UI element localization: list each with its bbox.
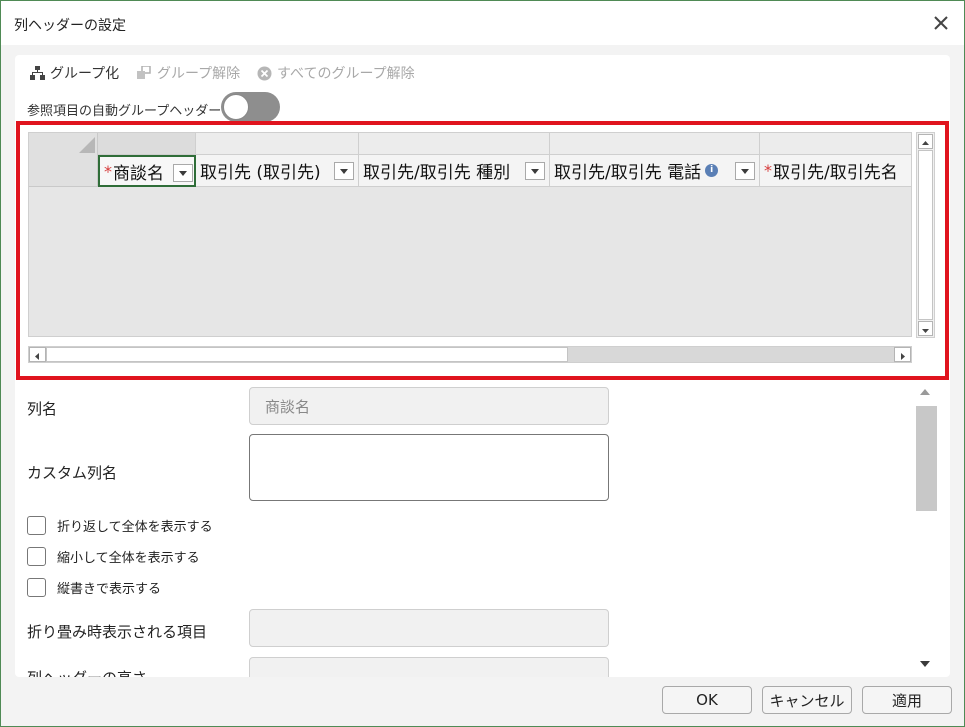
select-all-triangle-icon	[79, 137, 95, 153]
info-icon[interactable]: i	[705, 164, 719, 177]
scroll-thumb[interactable]	[918, 150, 933, 320]
required-mark: *	[104, 161, 112, 181]
form-clip: 列ヘッダーの高さ	[15, 657, 915, 677]
cancel-button[interactable]: キャンセル	[762, 686, 852, 714]
group-header-cell[interactable]	[98, 133, 196, 155]
ungroup-icon	[137, 65, 151, 79]
vertical-text-option[interactable]: 縦書きで表示する	[27, 577, 161, 597]
vertical-text-checkbox[interactable]	[27, 577, 46, 597]
chevron-right-icon	[901, 353, 905, 360]
wrap-text-option[interactable]: 折り返して全体を表示する	[27, 515, 213, 535]
dropdown-arrow-icon[interactable]	[334, 162, 354, 180]
dropdown-arrow-icon[interactable]	[173, 164, 193, 182]
group-button-label: グループ化	[50, 66, 120, 82]
chevron-down-icon	[922, 329, 929, 333]
form-scroll-down-icon[interactable]	[920, 661, 930, 667]
collapsed-item-field[interactable]	[249, 609, 609, 647]
wrap-text-checkbox[interactable]	[27, 515, 46, 535]
grid-corner[interactable]	[29, 133, 98, 187]
scroll-down-button[interactable]	[918, 321, 933, 336]
cancel-circle-icon	[257, 66, 272, 80]
dropdown-arrow-icon[interactable]	[735, 162, 755, 180]
group-header-cell[interactable]	[550, 133, 760, 155]
toggle-knob	[223, 94, 249, 120]
scroll-right-button[interactable]	[894, 347, 911, 362]
wrap-text-label: 折り返して全体を表示する	[57, 519, 213, 535]
header-height-field[interactable]	[249, 657, 609, 677]
column-header-label: 取引先 (取引先)	[200, 163, 321, 183]
column-name-label: 列名	[27, 400, 58, 418]
group-header-cell[interactable]	[196, 133, 359, 155]
vertical-text-label: 縦書きで表示する	[57, 581, 162, 597]
column-header-label: 取引先/取引先名	[773, 163, 898, 183]
group-header-cell[interactable]	[760, 133, 911, 155]
form-scroll-thumb[interactable]	[916, 406, 937, 511]
custom-column-name-label: カスタム列名	[27, 464, 118, 482]
dialog: 列ヘッダーの設定 グループ化 グループ解除 すべてのグループ解除 参照項目の自動…	[0, 0, 965, 727]
header-height-label: 列ヘッダーの高さ	[27, 667, 147, 677]
shrink-to-fit-label: 縮小して全体を表示する	[57, 550, 200, 566]
header-grid: * 商談名 取引先 (取引先) 取引先/取引先 種別 取引先/取引先 電話 i …	[28, 132, 912, 337]
ungroup-button-label: グループ解除	[157, 66, 241, 82]
ungroup-all-button[interactable]: すべてのグループ解除	[257, 64, 415, 82]
scroll-thumb[interactable]	[46, 347, 568, 362]
scroll-up-button[interactable]	[918, 134, 933, 149]
ungroup-button[interactable]: グループ解除	[136, 64, 240, 82]
column-header-label: 商談名	[113, 163, 164, 184]
column-header-account-name[interactable]: * 取引先/取引先名	[760, 155, 911, 187]
column-header-account-type[interactable]: 取引先/取引先 種別	[359, 155, 550, 187]
column-header-label: 取引先/取引先 電話	[554, 163, 702, 183]
chevron-up-icon	[922, 141, 929, 145]
group-button[interactable]: グループ化	[30, 64, 119, 82]
hierarchy-icon	[30, 66, 45, 80]
shrink-to-fit-option[interactable]: 縮小して全体を表示する	[27, 546, 200, 566]
column-header-label: 取引先/取引先 種別	[363, 163, 511, 183]
custom-column-name-input[interactable]	[249, 434, 609, 501]
column-name-field: 商談名	[249, 387, 609, 425]
grid-horizontal-scrollbar[interactable]	[28, 346, 912, 363]
apply-button[interactable]: 適用	[862, 686, 952, 714]
title-bar: 列ヘッダーの設定	[1, 1, 964, 45]
ungroup-all-button-label: すべてのグループ解除	[277, 66, 415, 82]
close-icon[interactable]	[930, 12, 952, 34]
column-header-account[interactable]: 取引先 (取引先)	[196, 155, 359, 187]
shrink-to-fit-checkbox[interactable]	[27, 546, 46, 566]
form-scroll-up-icon[interactable]	[920, 389, 930, 395]
collapsed-item-label: 折り畳み時表示される項目	[27, 623, 208, 641]
grid-vertical-scrollbar[interactable]	[916, 132, 935, 338]
chevron-left-icon	[35, 353, 39, 360]
dropdown-arrow-icon[interactable]	[525, 162, 545, 180]
ok-button[interactable]: OK	[662, 686, 752, 714]
column-header-account-phone[interactable]: 取引先/取引先 電話 i	[550, 155, 760, 187]
scroll-left-button[interactable]	[29, 347, 46, 362]
auto-group-header-label: 参照項目の自動グループヘッダー	[27, 104, 222, 119]
required-mark: *	[764, 161, 772, 180]
column-header-opportunity-name[interactable]: * 商談名	[98, 155, 196, 187]
group-header-cell[interactable]	[359, 133, 550, 155]
dialog-title: 列ヘッダーの設定	[14, 18, 126, 34]
auto-group-header-toggle[interactable]	[221, 92, 280, 122]
